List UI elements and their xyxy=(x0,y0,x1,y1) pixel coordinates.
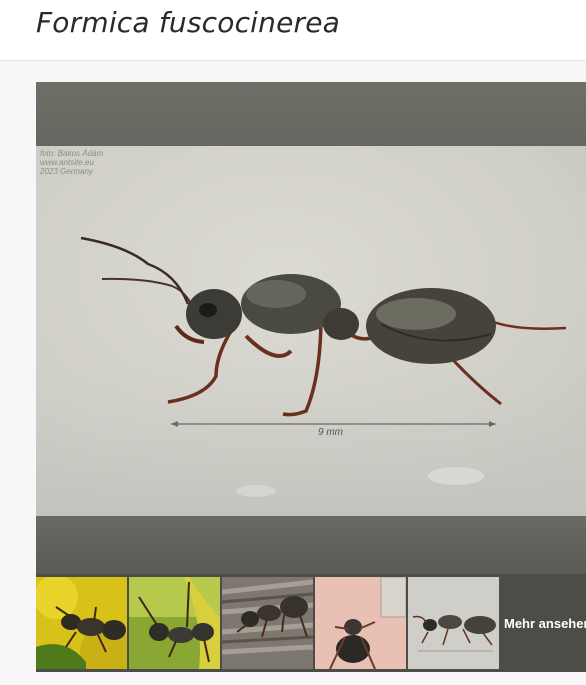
ant-on-green-leaf-photo-icon xyxy=(129,577,220,669)
main-photo[interactable]: foto: Bakos Ádám www.antsite.eu 2023 Ger… xyxy=(36,146,586,516)
more-images-link[interactable]: Mehr ansehen xyxy=(504,616,586,631)
page-title: Formica fuscocinerea xyxy=(36,6,341,39)
image-gallery: foto: Bakos Ádám www.antsite.eu 2023 Ger… xyxy=(36,82,586,672)
ant-side-view-photo-icon xyxy=(408,577,499,669)
ant-on-pink-background-photo-icon xyxy=(315,577,406,669)
thumbnail-4[interactable] xyxy=(315,577,406,669)
ant-photo-image xyxy=(36,146,586,516)
thumbnail-2[interactable] xyxy=(129,577,220,669)
credit-line: foto: Bakos Ádám xyxy=(40,149,104,158)
ant-on-yellow-flower-photo-icon xyxy=(36,577,127,669)
page-header: Formica fuscocinerea xyxy=(0,0,586,61)
credit-line: 2023 Germany xyxy=(40,167,93,176)
gallery-bottom-band xyxy=(36,516,586,574)
thumbnail-strip: Mehr ansehen xyxy=(36,574,586,672)
photo-credit: foto: Bakos Ádám www.antsite.eu 2023 Ger… xyxy=(40,149,103,176)
thumbnail-5[interactable] xyxy=(408,577,499,669)
ant-on-wood-photo-icon xyxy=(222,577,313,669)
credit-line: www.antsite.eu xyxy=(40,158,94,167)
thumbnail-3[interactable] xyxy=(222,577,313,669)
scale-bar-label: 9 mm xyxy=(318,427,343,438)
thumbnail-1[interactable] xyxy=(36,577,127,669)
gallery-top-band xyxy=(36,82,586,146)
